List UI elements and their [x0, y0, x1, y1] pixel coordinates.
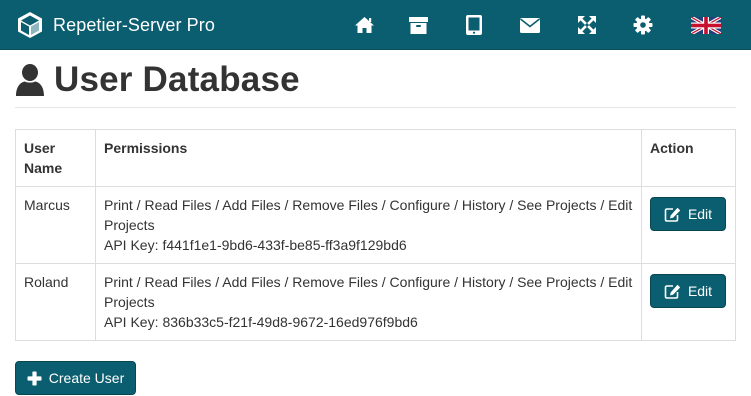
permissions-text: Print / Read Files / Add Files / Remove …: [104, 274, 633, 310]
table-row: Roland Print / Read Files / Add Files / …: [15, 263, 736, 341]
brand-name: Repetier-Server Pro: [53, 14, 215, 35]
user-table: User Name Permissions Action Marcus Prin…: [15, 129, 736, 341]
table-header-row: User Name Permissions Action: [15, 129, 736, 187]
brand-link[interactable]: Repetier-Server Pro: [16, 9, 215, 41]
create-user-label: Create User: [48, 370, 125, 386]
title-divider: [15, 107, 736, 108]
api-key-label: API Key:: [104, 314, 159, 330]
edit-icon: [664, 284, 681, 299]
fullscreen-icon[interactable]: [575, 13, 599, 37]
action-cell: Edit: [641, 186, 736, 264]
archive-icon[interactable]: [406, 13, 430, 37]
column-header-action: Action: [641, 129, 736, 187]
edit-button[interactable]: Edit: [650, 197, 726, 231]
top-navbar: Repetier-Server Pro: [0, 0, 751, 50]
plus-icon: [27, 371, 42, 385]
permissions-cell: Print / Read Files / Add Files / Remove …: [95, 263, 642, 341]
repetier-logo-icon: [18, 12, 42, 38]
action-cell: Edit: [641, 263, 736, 341]
user-name-cell: Marcus: [15, 186, 96, 264]
api-key-line: API Key: f441f1e1-9bd6-433f-be85-ff3a9f12…: [104, 235, 633, 255]
permissions-text: Print / Read Files / Add Files / Remove …: [104, 197, 633, 233]
api-key-value: 836b33c5-f21f-49d8-9672-16ed976f9bd6: [162, 314, 418, 330]
user-name-cell: Roland: [15, 263, 96, 341]
api-key-label: API Key:: [104, 237, 159, 253]
edit-button-label: Edit: [687, 283, 713, 299]
home-icon[interactable]: [352, 13, 376, 37]
api-key-line: API Key: 836b33c5-f21f-49d8-9672-16ed976f…: [104, 312, 633, 332]
gear-icon[interactable]: [631, 13, 655, 37]
edit-button[interactable]: Edit: [650, 274, 726, 308]
table-row: Marcus Print / Read Files / Add Files / …: [15, 186, 736, 264]
tablet-icon[interactable]: [462, 13, 486, 37]
uk-flag-icon[interactable]: [690, 13, 722, 37]
edit-button-label: Edit: [687, 206, 713, 222]
column-header-permissions: Permissions: [95, 129, 642, 187]
edit-icon: [664, 207, 681, 222]
envelope-icon[interactable]: [518, 13, 542, 37]
create-user-button[interactable]: Create User: [15, 361, 136, 395]
user-icon: [16, 64, 44, 96]
permissions-cell: Print / Read Files / Add Files / Remove …: [95, 186, 642, 264]
page-title: User Database: [15, 58, 300, 102]
api-key-value: f441f1e1-9bd6-433f-be85-ff3a9f129bd6: [162, 237, 407, 253]
page-title-text: User Database: [54, 60, 300, 99]
column-header-user-name: User Name: [15, 129, 96, 187]
